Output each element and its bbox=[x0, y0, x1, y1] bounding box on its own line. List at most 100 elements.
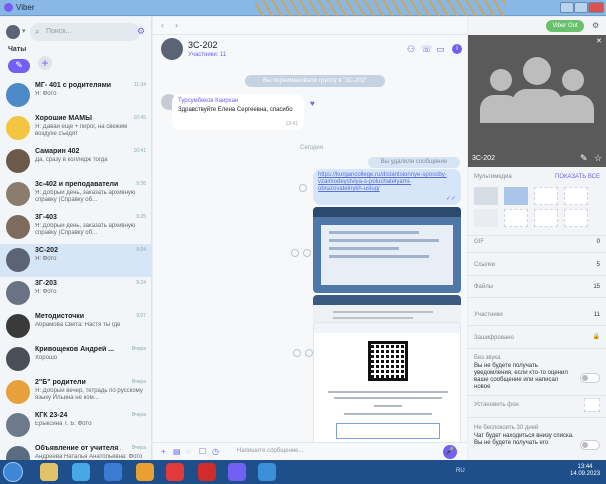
viber-out-button[interactable]: Viber Out bbox=[546, 20, 584, 32]
yandex-icon[interactable] bbox=[166, 463, 184, 481]
background-label[interactable]: Установить фон bbox=[474, 402, 519, 408]
chat-item[interactable]: КГК 23-24 Вчера Ерыксина Т. Б: Фото bbox=[0, 409, 152, 442]
chat-preview: Я: Фото bbox=[35, 91, 57, 97]
minimize-button[interactable] bbox=[560, 2, 574, 13]
person-body bbox=[480, 95, 520, 123]
conversation-title[interactable]: 3С-202 bbox=[188, 40, 218, 50]
timer-icon[interactable]: ◷ bbox=[212, 447, 219, 456]
back-arrow-icon[interactable]: ‹ bbox=[161, 20, 164, 30]
heart-reaction-icon[interactable]: ♥ bbox=[310, 99, 315, 108]
message-text: Здравствуйте Елена Сергеевна, спасибо bbox=[178, 107, 293, 113]
chat-name: Хорошие МАМЫ bbox=[35, 115, 92, 122]
maximize-button[interactable] bbox=[574, 2, 588, 13]
outgoing-link-message[interactable]: https://kurgancollege.ru/distantsionnye-… bbox=[313, 169, 461, 205]
chat-time: 9:24 bbox=[136, 247, 146, 253]
chat-item[interactable]: 3Г-203 9:24 Я: Фото bbox=[0, 277, 152, 310]
chat-item[interactable]: 3с-402 и преподаватели 9:26 Я: Добрый де… bbox=[0, 178, 152, 211]
attached-photo[interactable] bbox=[313, 207, 461, 293]
chat-time: 10:41 bbox=[133, 148, 146, 154]
avatar bbox=[6, 314, 30, 338]
divider bbox=[468, 417, 606, 418]
react-icon[interactable] bbox=[299, 184, 307, 192]
call-icon[interactable]: ☏ bbox=[421, 44, 432, 55]
star-icon[interactable]: ☆ bbox=[594, 153, 602, 164]
my-avatar[interactable] bbox=[6, 25, 20, 39]
gear-icon[interactable]: ⚙ bbox=[592, 21, 599, 30]
media-thumb[interactable] bbox=[564, 209, 588, 227]
close-icon[interactable]: ✕ bbox=[596, 37, 602, 45]
plus-icon[interactable]: + bbox=[161, 447, 166, 456]
gif-label[interactable]: GIF bbox=[474, 239, 484, 245]
filter-icon[interactable]: ⚙ bbox=[137, 26, 145, 37]
add-participant-icon[interactable]: ⚇ bbox=[407, 44, 415, 55]
chevron-down-icon[interactable]: ▾ bbox=[22, 27, 26, 35]
search-placeholder: Поиск... bbox=[46, 28, 72, 35]
chat-item[interactable]: Самарин 402 10:41 Да, сразу в колледж то… bbox=[0, 145, 152, 178]
gif-icon[interactable]: ◌ bbox=[186, 447, 191, 456]
react-icon[interactable] bbox=[293, 349, 301, 357]
chat-time: 10:45 bbox=[133, 115, 146, 121]
chat-preview: Хорошо bbox=[35, 355, 58, 361]
ie-icon[interactable] bbox=[104, 463, 122, 481]
members-label[interactable]: Участники bbox=[474, 312, 503, 318]
incoming-message[interactable]: Турсумбеков Каирхан Здравствуйте Елена С… bbox=[172, 94, 304, 130]
folder-icon[interactable] bbox=[40, 463, 58, 481]
voice-message-button[interactable]: 🎤 bbox=[443, 445, 457, 459]
chat-item-selected[interactable]: 3С-202 9:24 Я: Фото bbox=[0, 244, 152, 277]
group-avatar[interactable] bbox=[161, 38, 183, 60]
media-thumb[interactable] bbox=[564, 187, 588, 205]
chrome-icon[interactable] bbox=[136, 463, 154, 481]
chat-item[interactable]: 3Г-403 9:25 Я: Добрый день, заказать арх… bbox=[0, 211, 152, 244]
chat-item[interactable]: МГ- 401 с родителями 11:34 Я: Фото bbox=[0, 79, 152, 112]
chat-name: 3Г-403 bbox=[35, 214, 57, 221]
media-thumb[interactable] bbox=[504, 209, 528, 227]
start-button[interactable] bbox=[3, 462, 23, 482]
media-player-icon[interactable] bbox=[72, 463, 90, 481]
info-icon[interactable]: i bbox=[452, 44, 462, 54]
chat-item[interactable]: 2"Б" родители Вчера Я: Добрый вечер, тет… bbox=[0, 376, 152, 409]
share-icon[interactable] bbox=[303, 249, 311, 257]
chat-time: Вчера bbox=[131, 379, 146, 385]
media-thumb[interactable] bbox=[474, 187, 498, 205]
clock[interactable]: 13:44 14.09.2023 bbox=[570, 464, 600, 478]
add-button[interactable]: + bbox=[38, 56, 52, 70]
chat-item[interactable]: Методисточки 9:07 Абрамова Света: Настя … bbox=[0, 310, 152, 343]
no-disturb-toggle[interactable] bbox=[580, 440, 600, 450]
mute-toggle[interactable] bbox=[580, 373, 600, 383]
react-icon[interactable] bbox=[291, 249, 299, 257]
attached-photo-qr[interactable] bbox=[313, 322, 461, 450]
message-link[interactable]: https://kurgancollege.ru/distantsionnye-… bbox=[318, 172, 456, 193]
search-input[interactable]: ⌕ Поиск... bbox=[30, 23, 140, 41]
media-thumb[interactable] bbox=[504, 187, 528, 205]
compose-button[interactable]: ✎ bbox=[8, 59, 30, 73]
edit-icon[interactable]: ✎ bbox=[580, 153, 588, 164]
message-author[interactable]: Турсумбеков Каирхан bbox=[178, 98, 298, 104]
media-thumb[interactable] bbox=[534, 187, 558, 205]
composer-input[interactable]: Напишите сообщение... bbox=[237, 448, 304, 454]
media-icon[interactable]: ▤ bbox=[173, 447, 181, 456]
show-all-link[interactable]: ПОКАЗАТЬ ВСЕ bbox=[555, 174, 600, 180]
media-thumb[interactable] bbox=[474, 209, 498, 227]
viber-taskbar-icon[interactable] bbox=[228, 463, 246, 481]
video-call-icon[interactable]: ▭ bbox=[436, 44, 445, 55]
background-thumb[interactable] bbox=[584, 398, 600, 412]
media-thumb[interactable] bbox=[534, 209, 558, 227]
chat-preview: Я: Добрый вечер, тетрадь по русскому язы… bbox=[35, 388, 143, 401]
share-icon[interactable] bbox=[305, 349, 313, 357]
mute-description: Вы не будете получать уведомления, если … bbox=[474, 363, 568, 390]
tray-lang[interactable]: RU bbox=[456, 468, 465, 474]
files-label[interactable]: Файлы bbox=[474, 284, 493, 290]
sticker-icon[interactable]: ☐ bbox=[199, 447, 206, 456]
forward-arrow-icon[interactable]: › bbox=[175, 20, 178, 30]
window-icon[interactable] bbox=[258, 463, 276, 481]
chat-item[interactable]: Кривощеков Андрей ... Вчера Хорошо bbox=[0, 343, 152, 376]
members-count[interactable]: Участники: 11 bbox=[188, 52, 226, 58]
close-window-button[interactable] bbox=[588, 2, 604, 13]
nav-bar: ‹ › bbox=[153, 17, 467, 35]
links-label[interactable]: Ссылки bbox=[474, 262, 495, 268]
lock-icon: 🔒 bbox=[592, 334, 600, 340]
links-count: 5 bbox=[596, 262, 600, 268]
chat-name: МГ- 401 с родителями bbox=[35, 82, 112, 89]
chat-item[interactable]: Хорошие МАМЫ 10:45 Я: Давай еще + пирог,… bbox=[0, 112, 152, 145]
yandex-browser-icon[interactable] bbox=[198, 463, 216, 481]
